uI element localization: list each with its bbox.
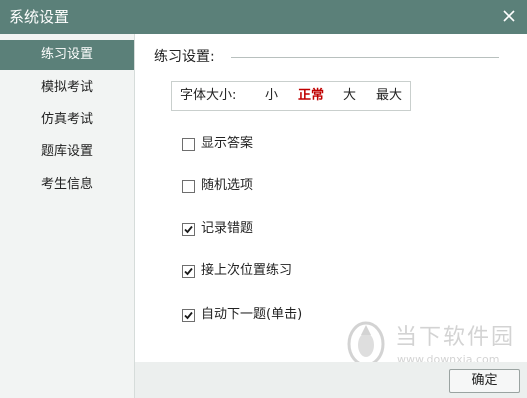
- auto-next-question-checkbox[interactable]: [182, 309, 195, 322]
- font-size-option-normal[interactable]: 正常: [298, 82, 324, 110]
- record-mistakes-checkbox[interactable]: [182, 223, 195, 236]
- random-options-label: 随机选项: [201, 178, 254, 193]
- sidebar-item-label: 题库设置: [40, 144, 93, 159]
- settings-panel: 练习设置: 字体大小: 小 正常 大 最大 显示答案 随机选项 记录错题 接上次…: [135, 34, 527, 398]
- sidebar-item-label: 仿真考试: [40, 112, 93, 127]
- sidebar: 练习设置 模拟考试 仿真考试 题库设置 考生信息: [0, 34, 135, 398]
- sidebar-item-label: 模拟考试: [40, 80, 93, 95]
- font-size-option-large[interactable]: 大: [343, 82, 356, 110]
- section-divider: [231, 57, 499, 58]
- sidebar-item-simulated-exam[interactable]: 仿真考试: [0, 105, 134, 135]
- title-bar: 系统设置: [0, 0, 527, 34]
- window-title: 系统设置: [9, 8, 70, 26]
- checkmark-icon: [184, 267, 193, 276]
- resume-practice-checkbox[interactable]: [182, 265, 195, 278]
- sidebar-item-label: 考生信息: [40, 177, 93, 192]
- show-answer-checkbox[interactable]: [182, 138, 195, 151]
- record-mistakes-label: 记录错题: [201, 221, 254, 236]
- close-icon[interactable]: [499, 6, 519, 26]
- watermark-name: 当下软件园: [395, 325, 516, 350]
- sidebar-item-candidate-info[interactable]: 考生信息: [0, 170, 134, 200]
- dialog-footer: 确定: [135, 362, 527, 398]
- resume-practice-label: 接上次位置练习: [201, 263, 293, 278]
- sidebar-item-label: 练习设置: [40, 47, 93, 62]
- checkmark-icon: [184, 311, 193, 320]
- section-title: 练习设置:: [154, 49, 215, 65]
- watermark-logo-icon: [347, 321, 385, 367]
- checkmark-icon: [184, 225, 193, 234]
- font-size-selector: 字体大小: 小 正常 大 最大: [171, 81, 411, 111]
- font-size-option-largest[interactable]: 最大: [376, 82, 402, 110]
- show-answer-label: 显示答案: [201, 136, 254, 151]
- ok-button[interactable]: 确定: [449, 369, 520, 393]
- sidebar-item-question-bank-settings[interactable]: 题库设置: [0, 137, 134, 167]
- font-size-label: 字体大小:: [180, 88, 237, 103]
- random-options-checkbox[interactable]: [182, 180, 195, 193]
- font-size-option-small[interactable]: 小: [265, 82, 278, 110]
- sidebar-item-mock-exam[interactable]: 模拟考试: [0, 73, 134, 103]
- sidebar-item-practice-settings[interactable]: 练习设置: [0, 40, 134, 70]
- auto-next-question-label: 自动下一题(单击): [201, 307, 303, 322]
